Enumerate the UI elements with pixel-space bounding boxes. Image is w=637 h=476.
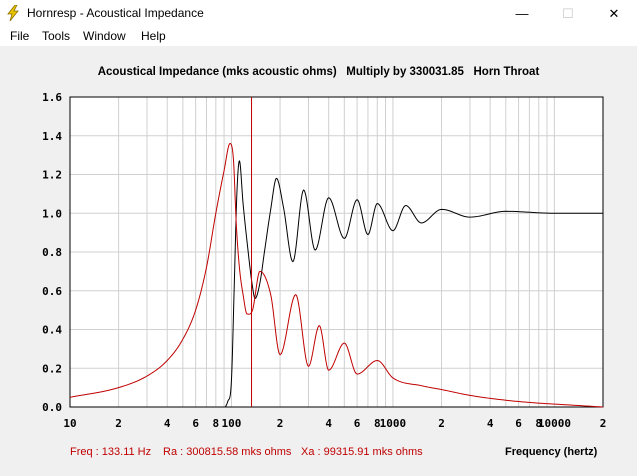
x-tick-label: 6 xyxy=(192,417,199,430)
status-xa: Xa : 99315.91 mks ohms xyxy=(301,446,423,458)
y-tick-label: 1.6 xyxy=(42,91,62,104)
status-freq: Freq : 133.11 Hz xyxy=(70,446,152,458)
y-tick-label: 0.8 xyxy=(42,246,62,259)
x-tick-label: 4 xyxy=(164,417,171,430)
x-tick-label: 4 xyxy=(487,417,494,430)
x-tick-label: 6 xyxy=(354,417,361,430)
x-tick-label: 2 xyxy=(277,417,284,430)
impedance-chart[interactable]: 0.00.20.40.60.81.01.21.41.610 2 4 6 8 100 2 4 6 8… xyxy=(0,0,637,476)
x-tick-label: 2 xyxy=(438,417,445,430)
y-tick-label: 0.2 xyxy=(42,362,62,375)
x-tick-label: 2 xyxy=(115,417,122,430)
y-tick-label: 0.6 xyxy=(42,285,62,298)
x-tick-label: 10000 xyxy=(538,417,571,430)
y-tick-label: 1.4 xyxy=(42,130,62,143)
x-tick-label: 100 xyxy=(222,417,242,430)
x-tick-label: 10 xyxy=(63,417,76,430)
y-tick-label: 0.0 xyxy=(42,401,62,414)
x-tick-label: 4 xyxy=(325,417,332,430)
x-tick-label: 2 xyxy=(600,417,607,430)
x-tick-label: 8 xyxy=(213,417,220,430)
y-tick-label: 0.4 xyxy=(42,324,62,337)
x-axis-label: Frequency (hertz) xyxy=(505,446,598,458)
y-tick-label: 1.2 xyxy=(42,169,62,182)
status-ra: Ra : 300815.58 mks ohms xyxy=(163,446,292,458)
x-tick-label: 6 xyxy=(515,417,522,430)
x-tick-label: 1000 xyxy=(380,417,407,430)
y-tick-label: 1.0 xyxy=(42,207,62,220)
